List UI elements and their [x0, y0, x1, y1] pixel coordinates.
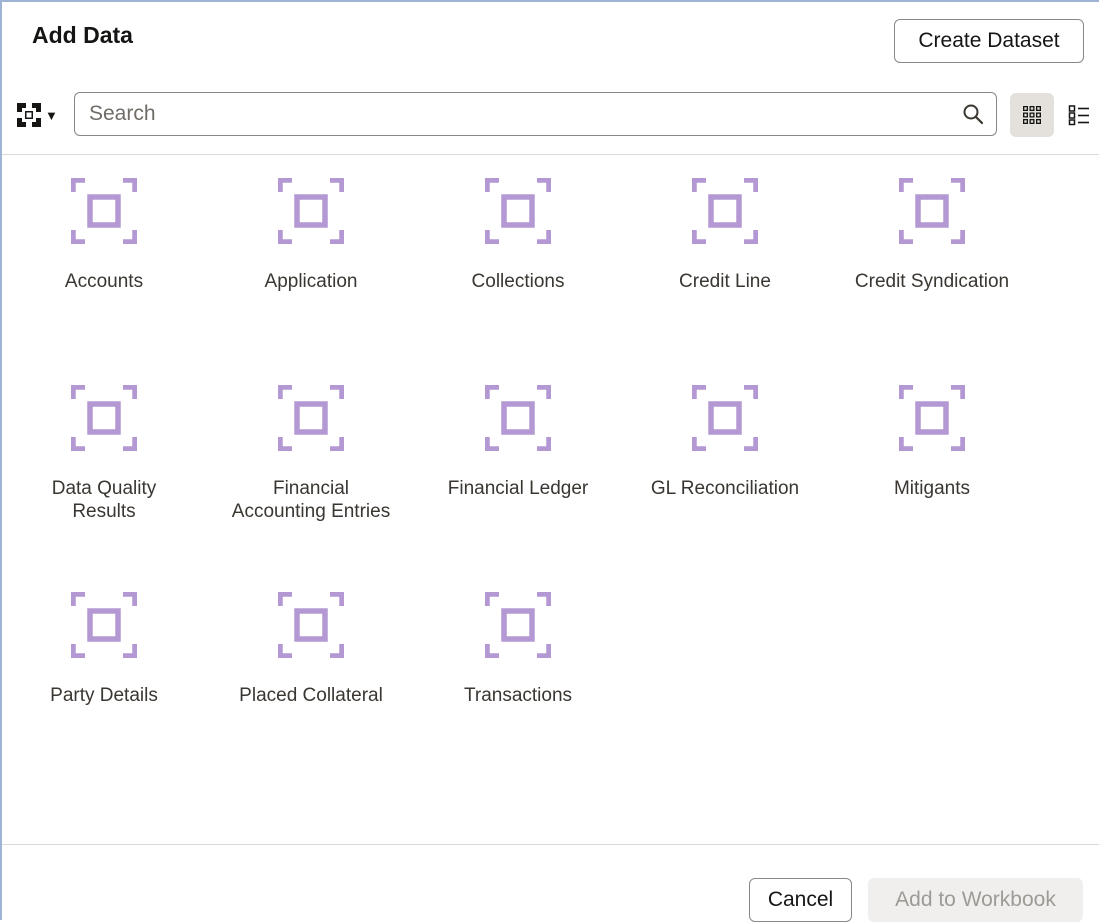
- dataset-label: Application: [264, 271, 358, 292]
- dataset-tile[interactable]: Collections: [423, 178, 613, 293]
- subject-area-icon: [899, 178, 965, 244]
- subject-area-icon: [278, 178, 344, 244]
- dataset-tile[interactable]: Financial Accounting Entries: [216, 385, 406, 523]
- search-input[interactable]: [87, 99, 947, 129]
- dialog-title: Add Data: [32, 22, 133, 48]
- dataset-tile[interactable]: Accounts: [9, 178, 199, 293]
- dataset-label: GL Reconciliation: [650, 478, 800, 499]
- subject-area-icon: [71, 385, 137, 451]
- dataset-tile[interactable]: Financial Ledger: [423, 385, 613, 500]
- dataset-label: Transactions: [463, 685, 573, 706]
- subject-area-icon: [485, 178, 551, 244]
- add-data-dialog: Add Data Create Dataset ▼ Search Account…: [0, 0, 1099, 922]
- dataset-label: Placed Collateral: [239, 685, 383, 706]
- source-filter-dropdown[interactable]: ▼: [16, 100, 64, 130]
- subject-area-icon: [278, 592, 344, 658]
- dataset-label: Data Quality Results: [51, 478, 157, 522]
- dataset-tile[interactable]: GL Reconciliation: [630, 385, 820, 500]
- chevron-down-icon: ▼: [45, 107, 58, 123]
- subject-area-icon: [485, 385, 551, 451]
- dataset-tile[interactable]: Mitigants: [837, 385, 1027, 500]
- dataset-label: Party Details: [50, 685, 158, 706]
- dataset-tile[interactable]: Credit Line: [630, 178, 820, 293]
- dataset-label: Credit Syndication: [854, 271, 1010, 292]
- add-to-workbook-button[interactable]: Add to Workbook: [868, 878, 1083, 922]
- dataset-tile[interactable]: Data Quality Results: [9, 385, 199, 523]
- header-divider: [2, 154, 1099, 155]
- dataset-tile[interactable]: Application: [216, 178, 406, 293]
- dataset-label: Credit Line: [679, 271, 771, 292]
- dataset-label: Mitigants: [893, 478, 971, 499]
- subject-area-icon: [899, 385, 965, 451]
- grid-view-icon: [1023, 106, 1041, 124]
- dataset-label: Financial Ledger: [447, 478, 589, 499]
- dataset-grid: Accounts Application Collections Credit Lin…: [2, 162, 1099, 842]
- dataset-tile[interactable]: Credit Syndication: [837, 178, 1027, 293]
- dataset-tile[interactable]: Transactions: [423, 592, 613, 707]
- list-view-button[interactable]: [1062, 93, 1096, 137]
- create-dataset-button[interactable]: Create Dataset: [894, 19, 1084, 63]
- dataset-label: Financial Accounting Entries: [231, 478, 391, 522]
- subject-area-icon: [692, 385, 758, 451]
- dataset-filter-icon: [17, 103, 41, 127]
- search-box: [74, 92, 997, 136]
- subject-area-icon: [278, 385, 344, 451]
- search-icon[interactable]: [962, 103, 984, 125]
- dataset-label: Collections: [471, 271, 565, 292]
- list-view-icon: [1068, 105, 1089, 126]
- subject-area-icon: [485, 592, 551, 658]
- dataset-tile[interactable]: Placed Collateral: [216, 592, 406, 707]
- dataset-tile[interactable]: Party Details: [9, 592, 199, 707]
- dataset-label: Accounts: [64, 271, 144, 292]
- subject-area-icon: [692, 178, 758, 244]
- cancel-button[interactable]: Cancel: [749, 878, 852, 922]
- subject-area-icon: [71, 592, 137, 658]
- subject-area-icon: [71, 178, 137, 244]
- grid-view-button[interactable]: [1010, 93, 1054, 137]
- footer-divider: [2, 844, 1099, 845]
